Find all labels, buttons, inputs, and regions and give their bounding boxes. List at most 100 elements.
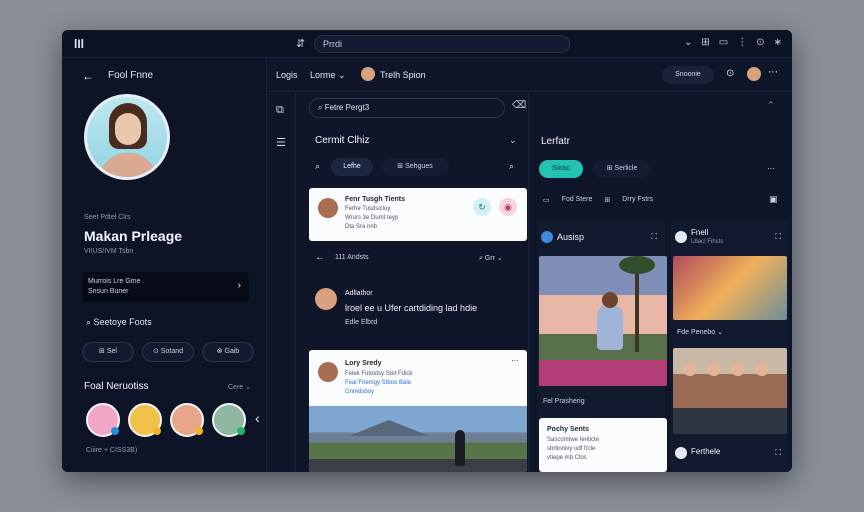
feed-search-input[interactable]: ⌕ Fetre Pergt3: [309, 98, 505, 118]
post-image[interactable]: [309, 406, 527, 472]
reply-filter[interactable]: ⌕ Grr ⌄: [479, 254, 503, 263]
sub-header: Logis Lorme ⌄ Trelh Spion Snoonie ⊙ ⋯: [268, 58, 792, 92]
post-text: Feal Fnemgy Stboo Bale: [345, 380, 412, 386]
friends-row: [86, 403, 246, 437]
column-title: Fnell: [691, 228, 709, 237]
profile-meta: Seet Pdtel Clrs: [84, 214, 131, 221]
post-text: sbrtinnivy odf frcle: [547, 446, 596, 452]
chat-icon[interactable]: ▭: [543, 196, 550, 204]
search-icon[interactable]: ⌕: [509, 161, 514, 172]
post-avatar[interactable]: [318, 362, 338, 382]
clock-icon[interactable]: ⊙: [756, 37, 764, 48]
more-icon[interactable]: ⋯: [768, 67, 778, 78]
photo-tile[interactable]: [673, 256, 787, 320]
back-arrow-icon[interactable]: ←: [315, 252, 325, 263]
profile-info-card[interactable]: Murrois Lre Gme Snsun Buner ›: [82, 272, 249, 302]
search-placeholder: Fetre Pergt3: [324, 103, 370, 112]
grid-icon[interactable]: ⊞: [701, 37, 709, 48]
feed-panel: ⌕ Fetre Pergt3 ⌫ Cermit Clhiz ⌄ ⌕ Lefhe …: [297, 92, 527, 472]
info-line: Snsun Buner: [88, 288, 129, 295]
pill-button[interactable]: ⊙ Sotand: [142, 342, 194, 362]
top-bar: lIl ⇵ Prrdi ⌄ ⊞ ▭ ⋮ ⊙ ∗: [62, 30, 792, 58]
info-line: Murrois Lre Gme: [88, 278, 141, 285]
address-bar[interactable]: Prrdi: [314, 35, 570, 53]
bluetooth-icon[interactable]: ∗: [774, 37, 782, 48]
section-link[interactable]: Cere ⌄: [228, 383, 251, 391]
tab-serlicle[interactable]: ⊞ Serlicle: [593, 160, 651, 178]
feed-tabs: ⌕ Lefhe ⊞ Sehgues ⌕: [297, 156, 527, 178]
refresh-icon[interactable]: ↻: [473, 198, 491, 216]
post-author[interactable]: Pochy Sents: [547, 426, 589, 433]
tag-icon[interactable]: ⊞: [604, 196, 610, 204]
pin-icon[interactable]: ◉: [499, 198, 517, 216]
feed-title: Cermit Clhiz: [315, 135, 370, 146]
user-avatar[interactable]: [361, 67, 375, 81]
settings-icon[interactable]: ⊙: [726, 68, 734, 79]
carousel-left-icon[interactable]: ‹: [255, 410, 260, 426]
post-author[interactable]: Lory Sredy: [345, 360, 382, 367]
profile-search[interactable]: ⌕ Seetoye Foots: [86, 317, 152, 328]
photo-tile[interactable]: [673, 348, 787, 434]
list-icon[interactable]: ☰: [276, 136, 286, 149]
back-arrow-icon[interactable]: ←: [82, 69, 94, 83]
tab-logis[interactable]: Logis: [276, 70, 298, 80]
chevron-down-icon[interactable]: ⌄: [509, 135, 517, 146]
profile-name: Makan Prleage: [84, 228, 183, 244]
profile-header-title: Fool Fnne: [108, 70, 154, 81]
friend-avatar[interactable]: [128, 403, 162, 437]
feed-header: Cermit Clhiz ⌄: [297, 126, 527, 154]
dropdown-icon[interactable]: ⌄: [684, 37, 692, 48]
post-author[interactable]: Fenr Tusgh Tients: [345, 196, 405, 203]
post-author[interactable]: Adllathor: [345, 290, 373, 297]
post-text: vtiepe mb Clos: [547, 455, 587, 461]
profile-avatar[interactable]: [84, 94, 170, 180]
friend-avatar[interactable]: [170, 403, 204, 437]
tab-sehgues[interactable]: ⊞ Sehgues: [381, 158, 449, 176]
search-icon[interactable]: ⌕: [315, 161, 320, 172]
user-name[interactable]: Trelh Spion: [380, 70, 426, 80]
post-avatar[interactable]: [315, 288, 337, 310]
post-card[interactable]: Lory Sredy Felek Futoidsy Stet Fdick Fea…: [309, 350, 527, 472]
post-avatar[interactable]: [318, 198, 338, 218]
filter-fod-stere[interactable]: Fod Stere: [562, 196, 593, 204]
friend-avatar[interactable]: [86, 403, 120, 437]
channel-avatar: [675, 447, 687, 459]
account-avatar[interactable]: [747, 67, 761, 81]
more-icon[interactable]: ⋯: [511, 356, 519, 365]
post-item[interactable]: Adllathor lroel ee u Ufer cartdiding lad…: [309, 282, 527, 342]
collapse-icon[interactable]: ⌃: [767, 100, 775, 111]
post-card[interactable]: Fenr Tusgh Tients Ferhe Tusdsicluy Wrurs…: [309, 188, 527, 241]
reply-count: 111 Andsts: [335, 254, 369, 261]
pill-button[interactable]: ⊗ Gaib: [202, 342, 254, 362]
profile-subtitle: VIIUS/IVM Tsbn: [84, 248, 134, 255]
discover-column: Fnell Lbac! Fihsts ⛶ Fde Penebo ⌄ Ferthe…: [671, 222, 789, 472]
filter-drry-fstrs[interactable]: Drry Fstrs: [622, 196, 653, 204]
expand-icon[interactable]: ⛶: [775, 448, 781, 458]
tab-stirac[interactable]: Stirac: [539, 160, 583, 178]
discover-title: Lerfatr: [541, 136, 570, 147]
post-text: Dta Sra rinb: [345, 224, 378, 230]
photo-tile[interactable]: [539, 256, 667, 386]
tab-lorme[interactable]: Lorme ⌄: [310, 70, 346, 81]
pill-button[interactable]: ⊞ Sel: [82, 342, 134, 362]
app-logo[interactable]: lIl: [74, 37, 84, 51]
mini-post-card[interactable]: Pochy Sents Sascomtwe Ienticte sbrtinniv…: [539, 418, 667, 472]
post-text: Wrurs 3e Dumt Ieyp: [345, 215, 399, 221]
expand-icon[interactable]: ⛶: [651, 232, 657, 242]
header-button[interactable]: Snoonie: [662, 66, 714, 84]
friend-avatar[interactable]: [212, 403, 246, 437]
post-text: Felek Futoidsy Stet Fdick: [345, 371, 413, 377]
image-icon[interactable]: ▣: [769, 194, 778, 205]
trash-icon[interactable]: ⌫: [512, 100, 526, 111]
window-icon[interactable]: ▭: [719, 37, 728, 48]
discover-filters: ▭ Fod Stere ⊞ Drry Fstrs: [543, 196, 653, 204]
copy-icon[interactable]: ⧉: [276, 104, 284, 117]
column-title: Ausisp: [557, 232, 585, 242]
column-footer: Ferthele: [691, 447, 721, 456]
more-icon[interactable]: ⋯: [767, 164, 775, 173]
side-rail: ⧉ ☰: [268, 92, 296, 472]
menu-icon[interactable]: ⋮: [737, 37, 747, 48]
sync-icon[interactable]: ⇵: [296, 37, 305, 50]
expand-icon[interactable]: ⛶: [775, 232, 781, 242]
tab-lefhe[interactable]: Lefhe: [331, 158, 373, 176]
